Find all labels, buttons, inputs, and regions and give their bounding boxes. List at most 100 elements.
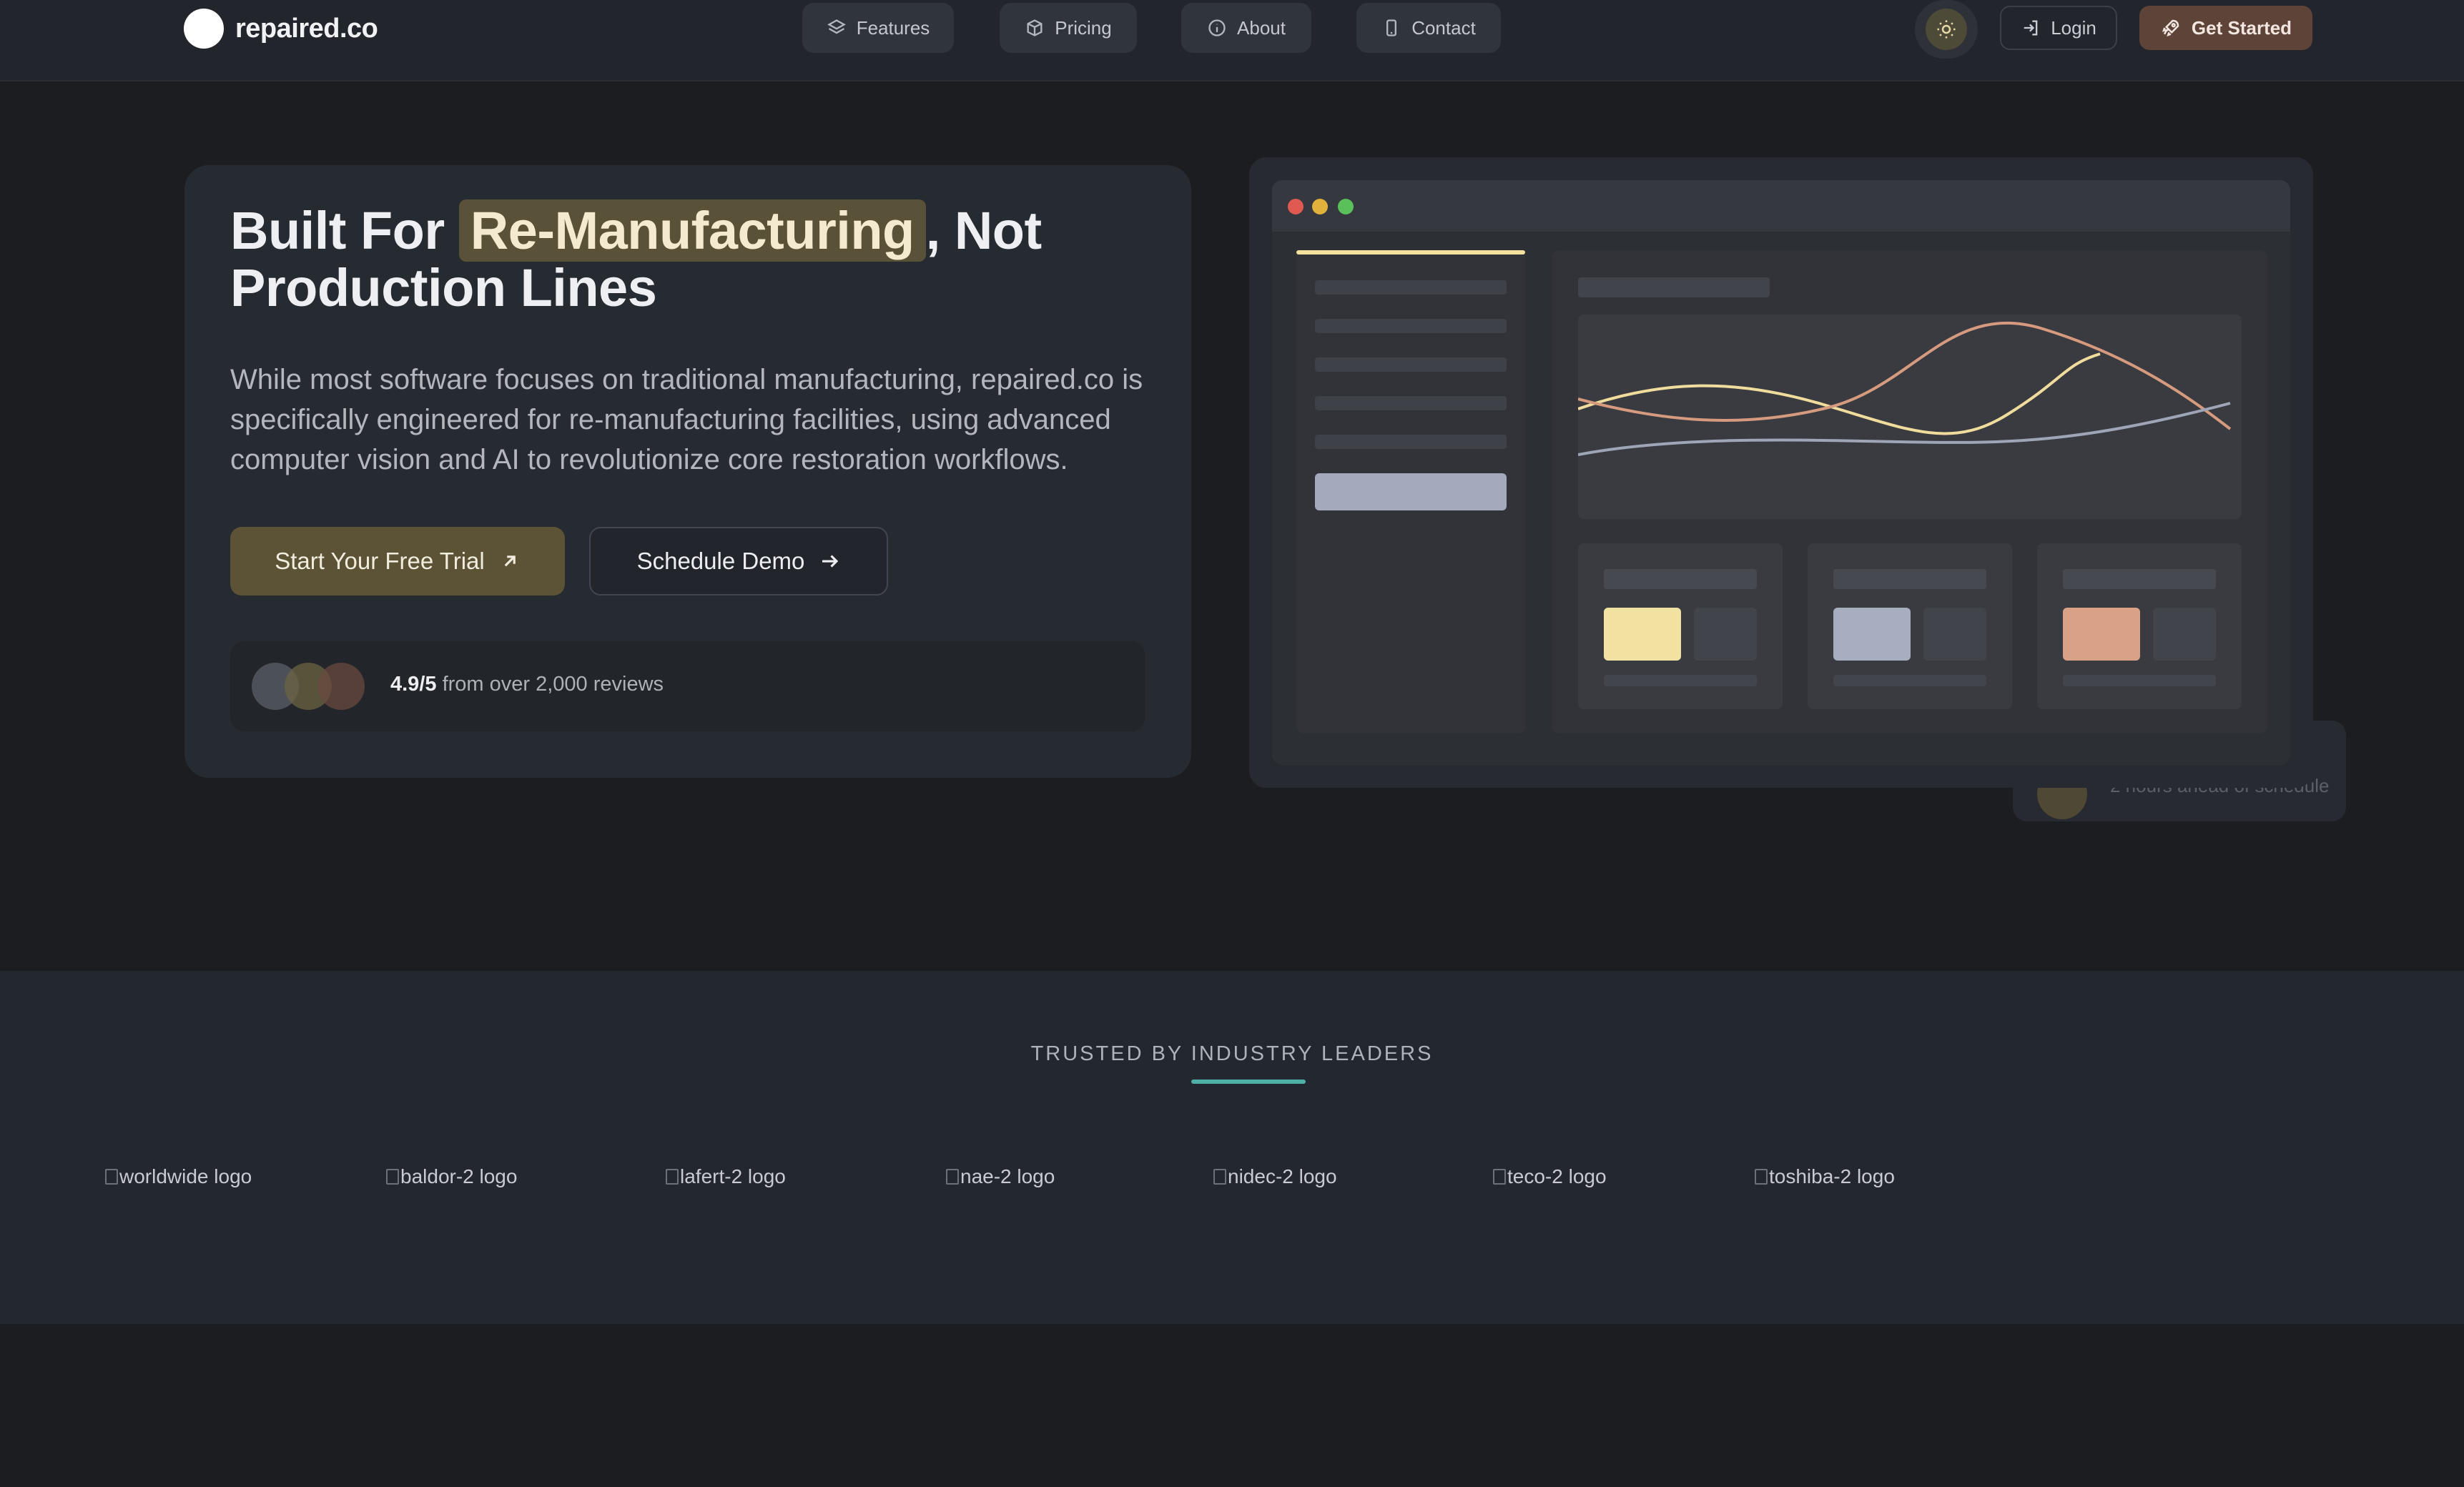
rocket-icon [2162,19,2179,36]
broken-image-icon [1213,1169,1226,1185]
chart-line-yellow [1577,352,2101,435]
arrow-right-icon [822,555,839,568]
top-navbar: repaired.co Features Pricing About Conta… [0,0,2464,81]
logo-alt-text: nidec-2 logo [1228,1165,1337,1187]
rating-text: 4.9/5 from over 2,000 reviews [390,673,664,696]
sidebar-placeholder [1315,280,1507,295]
stat-card-box [1923,608,1986,661]
nav-link-contact[interactable]: Contact [1356,3,1501,53]
start-free-trial-label: Start Your Free Trial [275,548,485,574]
hero-title: Built For Re-Manufacturing, Not Producti… [230,199,1160,317]
stat-card-box [2153,608,2216,661]
sun-icon [1937,20,1956,39]
logo-alt-text: nae-2 logo [960,1165,1055,1187]
chart-line-peach [1577,321,2232,430]
nav-link-label: Features [856,16,930,39]
logo-alt-text: teco-2 logo [1507,1165,1607,1187]
get-started-button[interactable]: Get Started [2139,6,2312,50]
logo-alt-text: lafert-2 logo [680,1165,786,1187]
trusted-by-section: TRUSTED BY INDUSTRY LEADERS worldwide lo… [0,971,2464,1324]
stat-card-box [1694,608,1757,661]
login-icon [2024,20,2038,36]
stat-card-title-placeholder [1833,569,1986,589]
hero-title-prefix: Built For [230,201,445,260]
broken-image-icon [386,1169,399,1185]
broken-image-icon [1755,1169,1768,1185]
chart-lines [1577,321,2232,456]
mockup-stat-card [1578,543,1783,709]
schedule-demo-button[interactable]: Schedule Demo [589,527,888,596]
hero-description: While most software focuses on tradition… [230,364,1143,475]
mockup-window [1272,180,2290,765]
stat-card-swatch [1604,608,1681,661]
broken-image-icon [946,1169,959,1185]
partner-logo-toshiba: toshiba-2 logo [1755,1165,1895,1188]
broken-image-icon [1493,1169,1506,1185]
mockup-chart [1577,315,2242,519]
mockup-stat-card [1808,543,2012,709]
phone-icon [1386,19,1397,36]
reviews-summary: 4.9/5 from over 2,000 reviews [230,641,1145,731]
schedule-demo-label: Schedule Demo [636,548,805,574]
mockup-sidebar [1296,250,1525,733]
nav-link-label: About [1237,16,1286,39]
logo-alt-text: toshiba-2 logo [1769,1165,1895,1187]
partner-logo-teco: teco-2 logo [1493,1165,1607,1188]
nav-link-features[interactable]: Features [802,3,954,53]
partner-logo-nidec: nidec-2 logo [1213,1165,1337,1188]
login-button[interactable]: Login [2000,6,2117,50]
partner-logo-baldor: baldor-2 logo [386,1165,517,1188]
window-maximize-dot-icon [1338,199,1354,214]
rating-score: 4.9/5 [390,673,437,696]
broken-image-icon [105,1169,118,1185]
stat-card-line [1833,675,1986,686]
window-close-dot-icon [1288,199,1304,214]
sidebar-placeholder-button [1315,473,1507,510]
nav-link-label: Contact [1411,16,1476,39]
info-icon [1208,19,1226,36]
nav-link-label: Pricing [1055,16,1112,39]
hero-title-highlight: Re-Manufacturing [458,199,926,262]
trusted-title: TRUSTED BY INDUSTRY LEADERS [1030,1042,1434,1065]
window-minimize-dot-icon [1312,199,1328,214]
stat-card-title-placeholder [1604,569,1757,589]
logo-alt-text: baldor-2 logo [400,1165,518,1187]
stat-card-title-placeholder [2063,569,2216,589]
nav-link-about[interactable]: About [1181,3,1311,53]
main-heading-placeholder [1578,277,1770,297]
partner-logo-nae: nae-2 logo [946,1165,1055,1188]
stat-card-swatch [1833,608,1911,661]
rating-caption: from over 2,000 reviews [442,673,664,696]
start-free-trial-button[interactable]: Start Your Free Trial [230,527,565,596]
mockup-stat-card [2037,543,2242,709]
box-icon [1027,19,1043,36]
logo-alt-text: worldwide logo [119,1165,252,1187]
hero-card: Built For Re-Manufacturing, Not Producti… [184,165,1191,778]
stat-card-line [2063,675,2216,686]
sidebar-placeholder [1315,435,1507,449]
mockup-main-panel [1552,250,2267,733]
arrow-up-right-icon [504,555,516,567]
reviewer-avatars [252,663,373,710]
mockup-titlebar [1272,180,2290,232]
brand-logo-icon [184,9,224,49]
theme-toggle-knob [1926,9,1967,50]
avatar [317,663,365,710]
sidebar-accent [1296,250,1525,255]
broken-image-icon [666,1169,679,1185]
theme-toggle-button[interactable] [1915,0,1978,59]
brand-name: repaired.co [235,13,378,44]
get-started-label: Get Started [2191,16,2292,39]
stat-card-line [1604,675,1757,686]
partner-logo-worldwide: worldwide logo [105,1165,252,1188]
login-label: Login [2051,16,2096,39]
nav-link-pricing[interactable]: Pricing [1000,3,1137,53]
dashboard-mockup [1249,157,2313,788]
sidebar-placeholder [1315,357,1507,372]
brand[interactable]: repaired.co [184,9,378,49]
trusted-underline [1191,1080,1306,1084]
sidebar-placeholder [1315,396,1507,410]
layers-icon [827,19,846,34]
partner-logo-lafert: lafert-2 logo [666,1165,786,1188]
stat-card-swatch [2063,608,2140,661]
